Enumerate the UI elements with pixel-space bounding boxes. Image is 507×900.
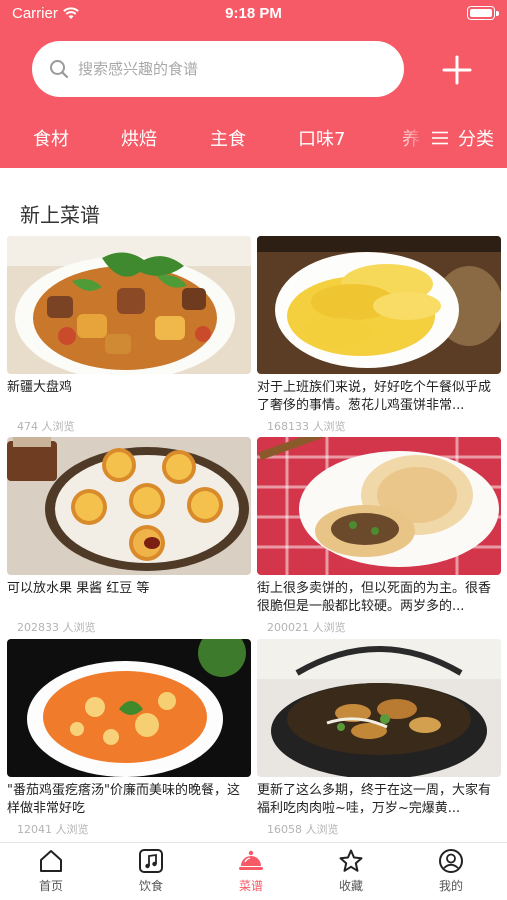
recipe-image <box>7 437 251 575</box>
status-bar: Carrier 9:18 PM <box>0 0 507 28</box>
category-tab[interactable]: 食材 <box>33 125 69 151</box>
menu-icon <box>432 131 448 145</box>
recipe-title: 更新了这么多期，终于在这一周，大家有福利吃肉肉啦~哇，万岁~完爆黄... <box>257 783 492 816</box>
category-tab[interactable]: 口味7 <box>298 125 345 151</box>
tab-label: 首页 <box>38 879 63 893</box>
tab-label: 菜谱 <box>238 879 263 893</box>
view-count: 12041 人浏览 <box>17 823 89 836</box>
tab-label: 我的 <box>438 879 463 893</box>
search-icon <box>50 60 69 79</box>
recipe-title: 新疆大盘鸡 <box>7 380 73 395</box>
cloche-icon <box>239 850 263 870</box>
tab-home[interactable]: 首页 <box>1 843 101 900</box>
recipe-image <box>257 639 501 777</box>
classify-label: 分类 <box>458 129 494 150</box>
tab-recipes[interactable]: 菜谱 <box>201 843 301 900</box>
search-bar[interactable] <box>32 41 404 97</box>
battery-icon <box>467 6 499 20</box>
music-note-icon <box>139 849 163 873</box>
view-count: 200021 人浏览 <box>267 621 346 634</box>
view-count: 474 人浏览 <box>17 420 75 433</box>
clock: 9:18 PM <box>225 5 282 22</box>
category-tab[interactable]: 主食 <box>210 125 246 151</box>
category-tabs: 食材 烘焙 主食 口味7 养 分类 <box>0 120 507 160</box>
recipe-card[interactable]: 新疆大盘鸡 474 人浏览 <box>7 236 251 434</box>
tab-label: 饮食 <box>138 879 163 893</box>
recipe-card[interactable]: 街上很多卖饼的，但以死面的为主。很香很脆但是一般都比较硬。两岁多的... 200… <box>257 437 501 635</box>
section-title: 新上菜谱 <box>20 203 100 227</box>
header: Carrier 9:18 PM 食材 烘焙 主食 口味7 养 <box>0 0 507 168</box>
recipe-title: "番茄鸡蛋疙瘩汤"价廉而美味的晚餐，这样做非常好吃 <box>7 783 240 816</box>
recipe-card[interactable]: 可以放水果 果酱 红豆 等 202833 人浏览 <box>7 437 251 635</box>
recipe-image <box>257 437 501 575</box>
recipe-card[interactable]: 对于上班族们来说，好好吃个午餐似乎成了奢侈的事情。葱花儿鸡蛋饼非常... 168… <box>257 236 501 434</box>
tab-favorites[interactable]: 收藏 <box>301 843 401 900</box>
category-fade <box>398 120 424 160</box>
recipe-title: 街上很多卖饼的，但以死面的为主。很香很脆但是一般都比较硬。两岁多的... <box>257 581 492 614</box>
user-icon <box>439 849 463 873</box>
recipe-card[interactable]: "番茄鸡蛋疙瘩汤"价廉而美味的晚餐，这样做非常好吃 12041 人浏览 <box>7 639 251 837</box>
recipe-image <box>7 639 251 777</box>
tab-diet[interactable]: 饮食 <box>101 843 201 900</box>
category-tab[interactable]: 烘焙 <box>121 125 157 151</box>
recipe-card[interactable]: 更新了这么多期，终于在这一周，大家有福利吃肉肉啦~哇，万岁~完爆黄... 160… <box>257 639 501 837</box>
home-icon <box>40 850 62 872</box>
tab-label: 收藏 <box>338 879 363 893</box>
recipe-image <box>7 236 251 374</box>
view-count: 16058 人浏览 <box>267 823 339 836</box>
tab-bar: 首页 饮食 菜谱 收藏 我的 <box>0 842 507 900</box>
recipe-title: 对于上班族们来说，好好吃个午餐似乎成了奢侈的事情。葱花儿鸡蛋饼非常... <box>257 380 492 413</box>
classify-button[interactable]: 分类 <box>430 125 494 151</box>
tab-profile[interactable]: 我的 <box>401 843 501 900</box>
view-count: 168133 人浏览 <box>267 420 346 433</box>
recipe-image <box>257 236 501 374</box>
recipe-title: 可以放水果 果酱 红豆 等 <box>7 581 150 596</box>
star-icon <box>339 849 363 872</box>
add-icon[interactable] <box>437 50 477 90</box>
view-count: 202833 人浏览 <box>17 621 96 634</box>
search-input[interactable] <box>78 41 378 97</box>
